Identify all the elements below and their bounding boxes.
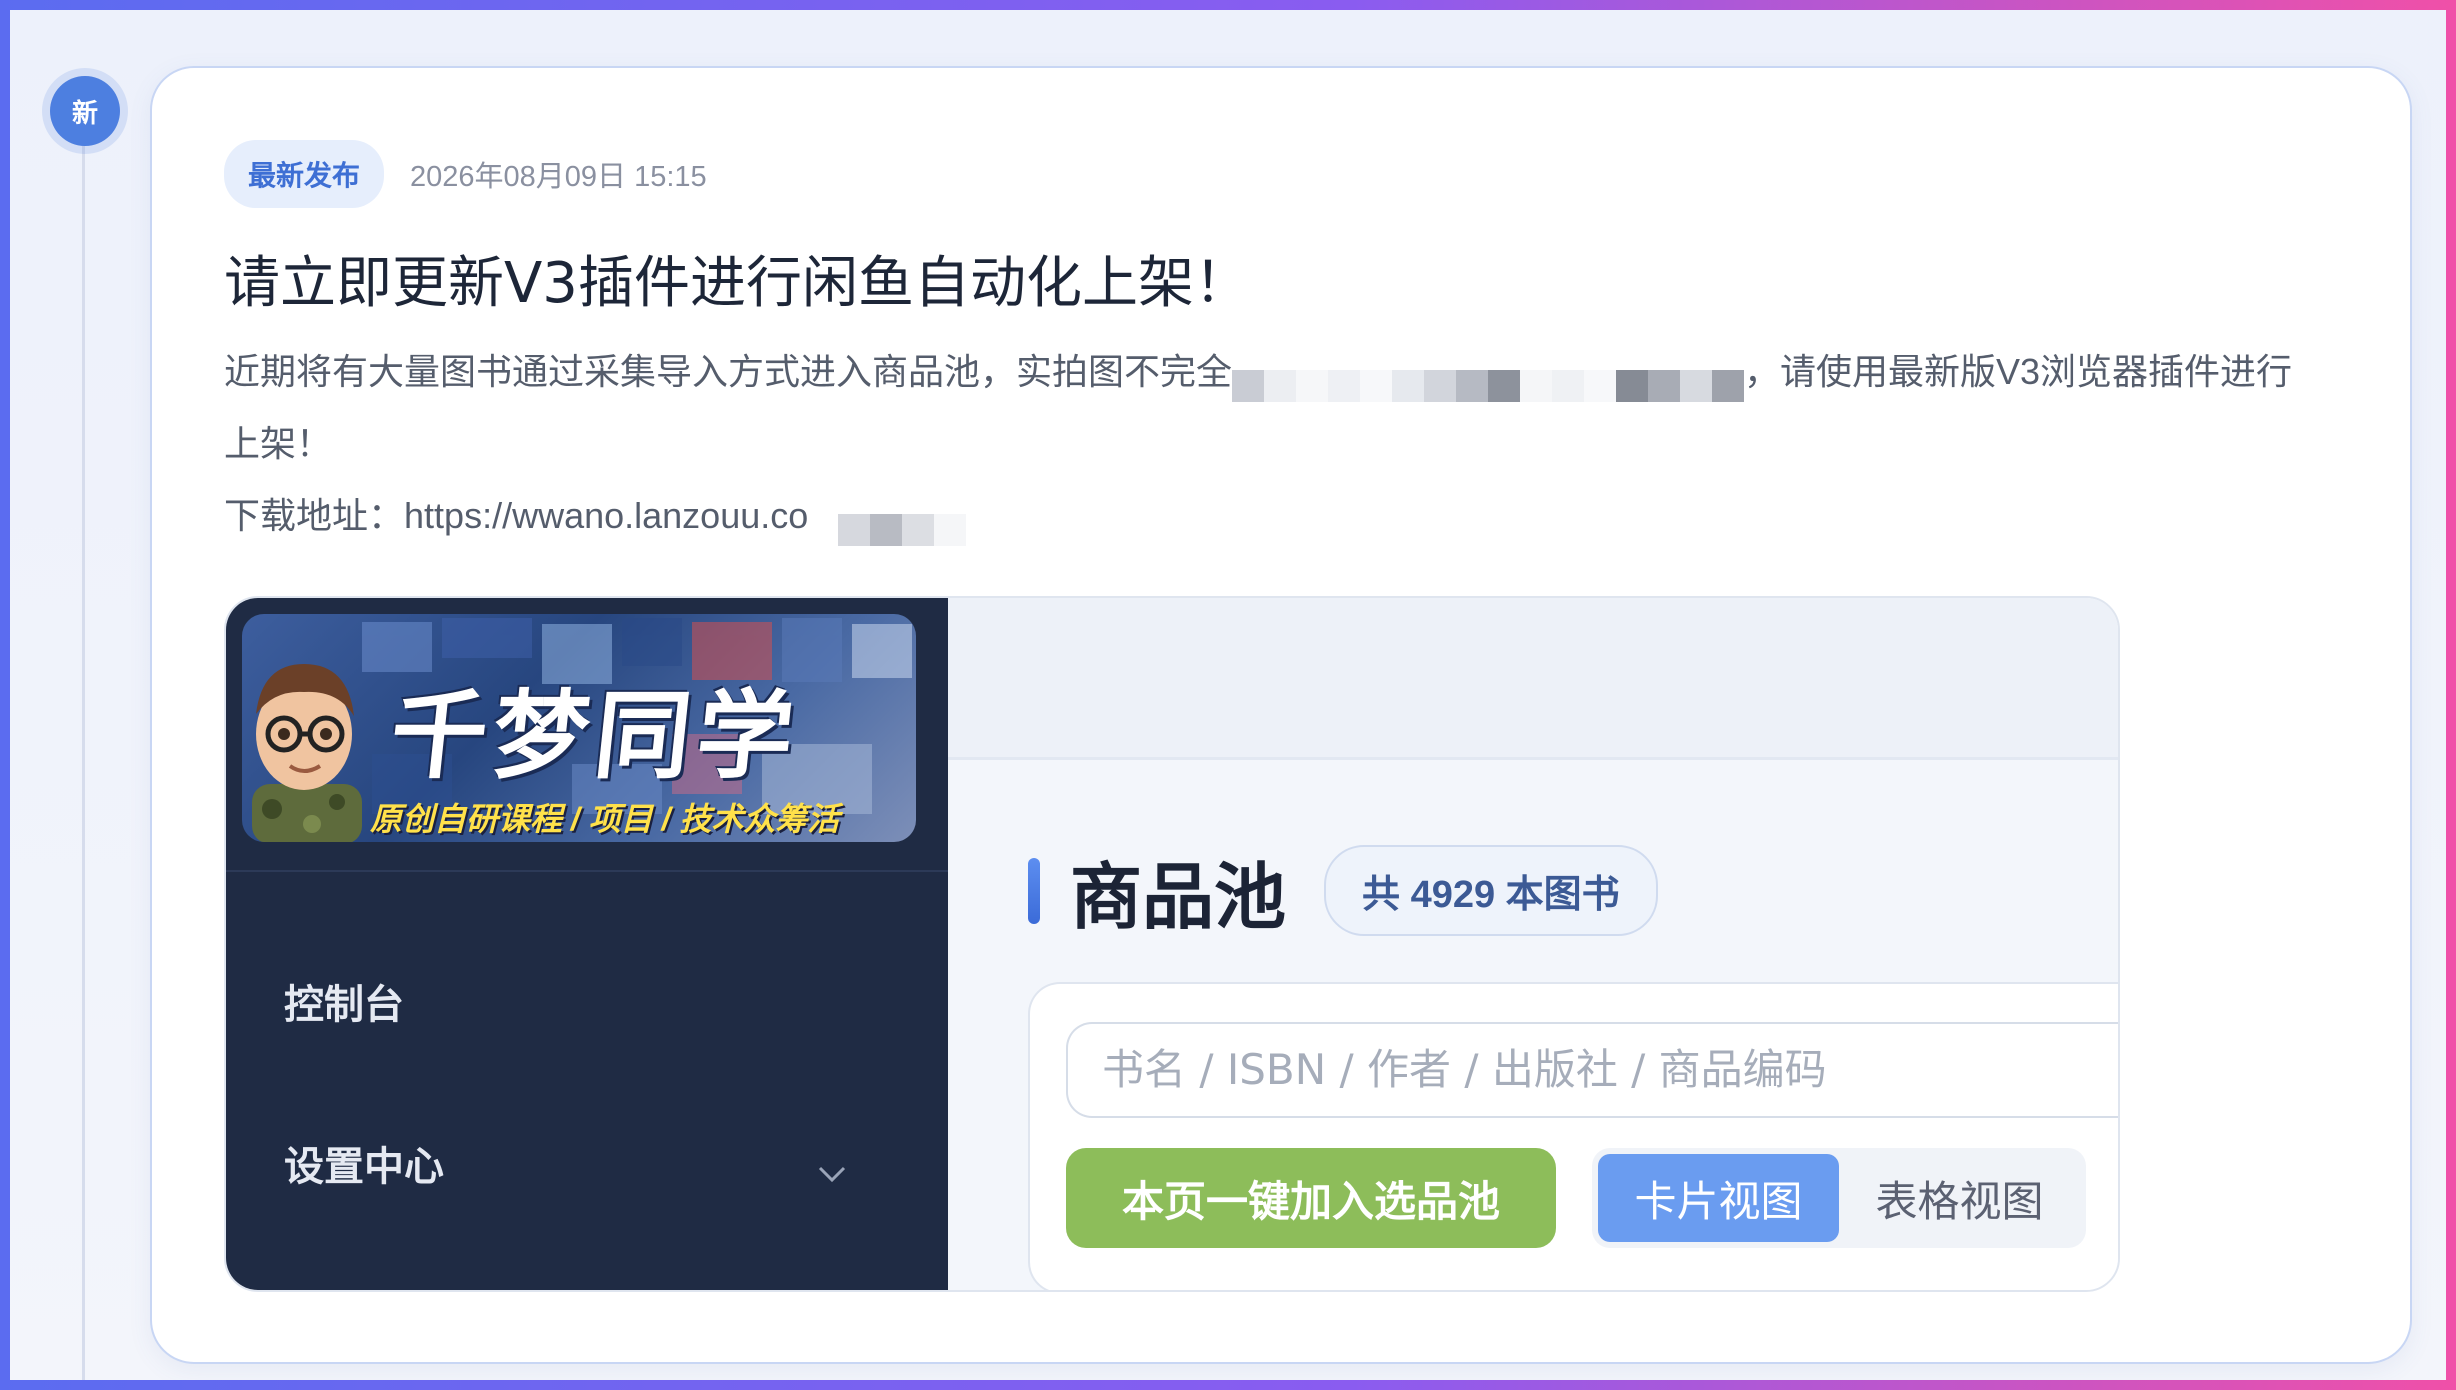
announcement-card: 最新发布 2026年08月09日 15:15 请立即更新V3插件进行闲鱼自动化上… — [150, 66, 2412, 1364]
description-text-2: ，请使用最新版V3浏览器插件进行 — [1744, 351, 2293, 392]
page-header: 商品池 共 4929 本图书 — [1028, 838, 1658, 943]
filter-panel: 书名 / ISBN / 作者 / 出版社 / 商品编码 本页一键加入选品池 卡片… — [1028, 982, 2118, 1290]
post-meta: 最新发布 2026年08月09日 15:15 — [224, 140, 707, 208]
card-view-button[interactable]: 卡片视图 — [1598, 1154, 1839, 1242]
post-date: 2026年08月09日 15:15 — [410, 161, 707, 193]
description-text-3: 上架！ — [224, 423, 333, 464]
timeline-line — [82, 130, 85, 1380]
add-all-button[interactable]: 本页一键加入选品池 — [1066, 1148, 1556, 1248]
chevron-down-icon[interactable] — [814, 1156, 850, 1192]
sidebar: 千梦同学 原创自研课程 / 项目 / 技术众筹活 控制台 设置中心 — [226, 598, 948, 1290]
main-content: 商品池 共 4929 本图书 书名 / ISBN / 作者 / 出版社 / 商品… — [948, 598, 2118, 1290]
brand-name: 千梦同学 — [385, 679, 806, 792]
download-link[interactable]: https://wwano.lanzouu.co — [404, 480, 808, 552]
redacted-block — [1232, 354, 1745, 402]
sidebar-item-console[interactable]: 控制台 — [284, 972, 404, 1030]
timeline-marker: 新 — [50, 76, 120, 146]
search-input[interactable]: 书名 / ISBN / 作者 / 出版社 / 商品编码 — [1066, 1022, 2118, 1118]
count-badge: 共 4929 本图书 — [1324, 845, 1658, 936]
view-toggle: 卡片视图 表格视图 — [1592, 1148, 2086, 1248]
sidebar-divider — [226, 870, 948, 872]
download-label: 下载地址： — [224, 495, 405, 536]
top-bar — [948, 598, 2118, 760]
embedded-screenshot: 千梦同学 原创自研课程 / 项目 / 技术众筹活 控制台 设置中心 商品池 共 … — [224, 596, 2120, 1292]
table-view-button[interactable]: 表格视图 — [1839, 1154, 2080, 1242]
description-text-1: 近期将有大量图书通过采集导入方式进入商品池，实拍图不完全 — [224, 351, 1233, 392]
page-background: 新 最新发布 2026年08月09日 15:15 请立即更新V3插件进行闲鱼自动… — [10, 10, 2446, 1380]
title-accent-bar — [1028, 857, 1040, 924]
status-badge: 最新发布 — [224, 140, 385, 208]
redacted-link — [838, 498, 967, 546]
sidebar-item-settings[interactable]: 设置中心 — [284, 1134, 444, 1192]
post-description: 近期将有大量图书通过采集导入方式进入商品池，实拍图不完全 ，请使用最新版V3浏览… — [224, 336, 2292, 552]
brand-tagline: 原创自研课程 / 项目 / 技术众筹活 — [370, 801, 840, 837]
brand-banner: 千梦同学 原创自研课程 / 项目 / 技术众筹活 — [242, 614, 916, 842]
post-title: 请立即更新V3插件进行闲鱼自动化上架！ — [224, 251, 1250, 316]
page-title: 商品池 — [1070, 858, 1287, 938]
cartoon-avatar-icon — [252, 664, 362, 842]
